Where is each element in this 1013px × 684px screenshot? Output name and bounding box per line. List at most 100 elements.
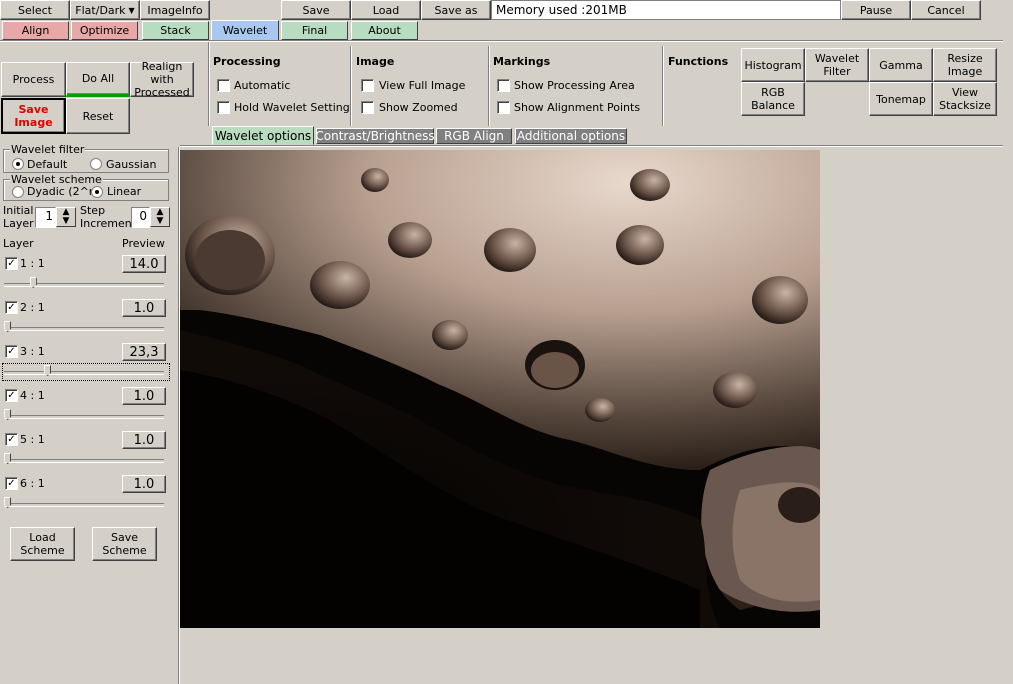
up-down-arrow-icon: ▲ ▼ [62,207,70,226]
layer-checkbox[interactable]: ✓ [5,257,18,270]
initial-label: Initial [3,204,34,217]
markings-title: Markings [493,55,551,68]
rgb-balance-button[interactable]: RGB Balance [741,82,805,116]
gaussian-radio[interactable] [90,158,102,170]
layer-slider-track[interactable] [4,327,164,331]
show-zoomed-label: Show Zoomed [379,101,458,114]
cancel-button[interactable]: Cancel [911,0,981,20]
tab-optimize[interactable]: Optimize [71,21,138,40]
layer-checkbox[interactable]: ✓ [5,433,18,446]
select-button[interactable]: Select [0,0,70,20]
tab-wavelet-options[interactable]: Wavelet options [212,126,314,145]
show-processing-area-label: Show Processing Area [514,79,635,92]
wavelet-filter-button[interactable]: Wavelet Filter [805,48,869,82]
save-as-button[interactable]: Save as [421,0,491,20]
dyadic-label: Dyadic (2^n) [27,185,101,198]
layer-slider-track[interactable] [4,459,164,463]
save-image-button[interactable]: Save Image [1,98,66,134]
image-title: Image [356,55,395,68]
gamma-button[interactable]: Gamma [869,48,933,82]
save-scheme-button[interactable]: Save Scheme [92,527,157,561]
layer-label: 4 : 1 [20,389,45,402]
separator [350,46,352,126]
show-alignment-points-checkbox[interactable] [497,101,510,114]
initial-layer-stepper[interactable]: ▲ ▼ [56,207,76,227]
step-increment-input[interactable]: 0 [131,207,150,228]
layer-slider-track[interactable] [4,283,164,287]
automatic-checkbox[interactable] [217,79,230,92]
separator [488,46,490,126]
dropdown-arrow-icon: ▼ [128,5,135,15]
moon-preview-image[interactable] [180,150,820,628]
linear-radio[interactable] [91,186,103,198]
tab-wavelet[interactable]: Wavelet [211,20,279,41]
step-label: Step [80,204,106,217]
initial-layer-input[interactable]: 1 [35,207,56,228]
load-button[interactable]: Load [351,0,421,20]
tonemap-button[interactable]: Tonemap [869,82,933,116]
linear-label: Linear [107,185,142,198]
show-processing-area-checkbox[interactable] [497,79,510,92]
do-all-button[interactable]: Do All [66,62,130,97]
up-down-arrow-icon: ▲ ▼ [156,207,164,226]
layer-value-box[interactable]: 14.0 [122,255,166,273]
tab-contrast-brightness[interactable]: Contrast/Brightness [315,128,435,144]
wavelet-filter-title: Wavelet filter [10,143,86,156]
layer-checkbox[interactable]: ✓ [5,389,18,402]
automatic-label: Automatic [234,79,291,92]
reset-button[interactable]: Reset [66,98,130,134]
hold-wavelet-label: Hold Wavelet Setting [234,101,350,114]
pause-button[interactable]: Pause [841,0,911,20]
functions-title: Functions [668,55,729,68]
layer-checkbox[interactable]: ✓ [5,301,18,314]
load-scheme-button[interactable]: Load Scheme [10,527,75,561]
layer-value-box[interactable]: 1.0 [122,299,166,317]
separator [662,46,664,126]
show-alignment-points-label: Show Alignment Points [514,101,641,114]
layer-label: 2 : 1 [20,301,45,314]
layer-label: 3 : 1 [20,345,45,358]
image-info-button[interactable]: ImageInfo [140,0,210,20]
tab-additional-options[interactable]: Additional options [515,128,627,144]
layer-label: 1 : 1 [20,257,45,270]
dyadic-radio[interactable] [12,186,24,198]
initial-layer-label: Layer [3,217,34,230]
layer-value-box[interactable]: 1.0 [122,387,166,405]
layer-checkbox[interactable]: ✓ [5,477,18,490]
gaussian-label: Gaussian [106,158,157,171]
memory-used-label: Memory used :201MB [491,0,841,20]
view-full-image-label: View Full Image [379,79,466,92]
flat-dark-dropdown[interactable]: Flat/Dark ▼ [70,0,140,20]
tab-final[interactable]: Final [281,21,348,40]
preview-header: Preview [122,237,165,250]
tab-align[interactable]: Align [2,21,69,40]
tab-about[interactable]: About [351,21,418,40]
resize-image-button[interactable]: Resize Image [933,48,997,82]
layer-label: 5 : 1 [20,433,45,446]
tab-rgb-align[interactable]: RGB Align [436,128,512,144]
default-radio[interactable] [12,158,24,170]
view-full-image-checkbox[interactable] [361,79,374,92]
layer-value-box[interactable]: 23,3 [122,343,166,361]
process-button[interactable]: Process [1,62,66,97]
default-label: Default [27,158,68,171]
tab-divider [0,40,1003,42]
moon-image-svg [180,150,820,628]
increment-label: Increment [80,217,137,230]
hold-wavelet-checkbox[interactable] [217,101,230,114]
layer-checkbox[interactable]: ✓ [5,345,18,358]
show-zoomed-checkbox[interactable] [361,101,374,114]
layer-slider-track[interactable] [4,503,164,507]
layer-slider-track[interactable] [4,415,164,419]
layer-header: Layer [3,237,34,250]
layer-value-box[interactable]: 1.0 [122,475,166,493]
layer-value-box[interactable]: 1.0 [122,431,166,449]
tab-stack[interactable]: Stack [142,21,209,40]
histogram-button[interactable]: Histogram [741,48,805,82]
save-button[interactable]: Save [281,0,351,20]
realign-button[interactable]: Realign with Processed [130,60,194,99]
processing-title: Processing [213,55,281,68]
view-stacksize-button[interactable]: View Stacksize [933,82,997,116]
step-increment-stepper[interactable]: ▲ ▼ [150,207,170,227]
layer-label: 6 : 1 [20,477,45,490]
